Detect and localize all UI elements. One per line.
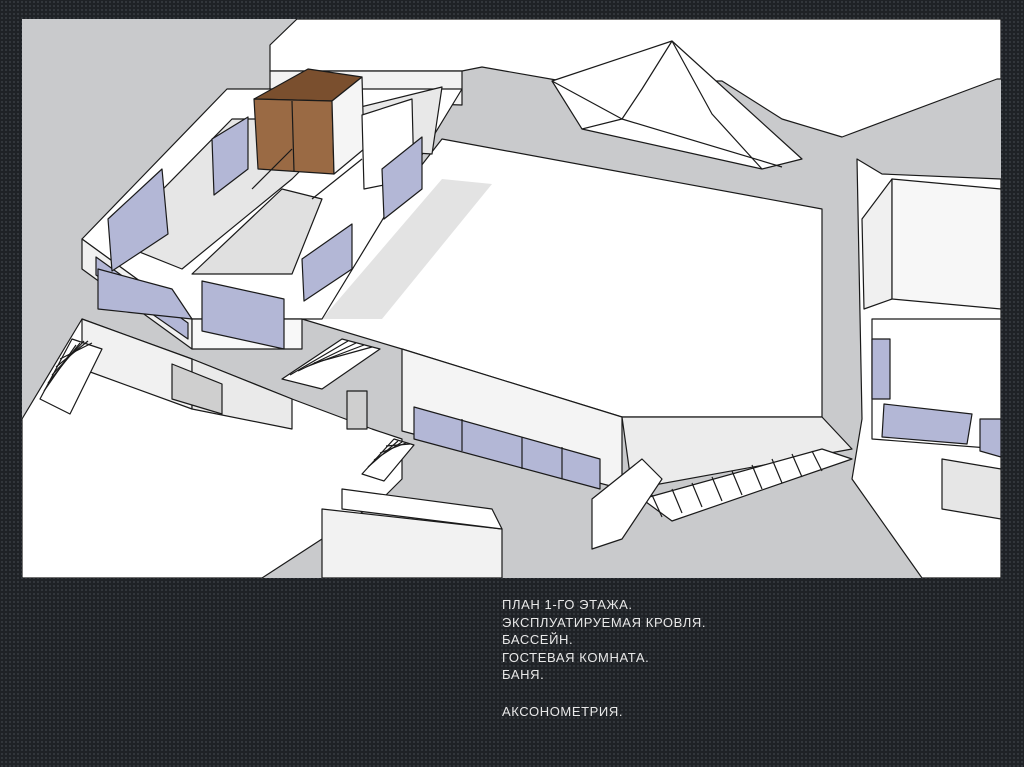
axonometric-drawing: [22, 19, 1001, 578]
caption-line-5: БАНЯ.: [502, 667, 545, 682]
caption-line-4: ГОСТЕВАЯ КОМНАТА.: [502, 649, 650, 665]
slide-caption: ПЛАН 1-ГО ЭТАЖА. ЭКСПЛУАТИРУЕМАЯ КРОВЛЯ.…: [502, 596, 882, 720]
caption-line-2: ЭКСПЛУАТИРУЕМАЯ КРОВЛЯ.: [502, 614, 707, 630]
caption-line-3: БАССЕЙН.: [502, 632, 574, 647]
caption-line-1: ПЛАН 1-ГО ЭТАЖА.: [502, 597, 633, 612]
caption-subtitle: АКСОНОМЕТРИЯ.: [502, 703, 624, 719]
